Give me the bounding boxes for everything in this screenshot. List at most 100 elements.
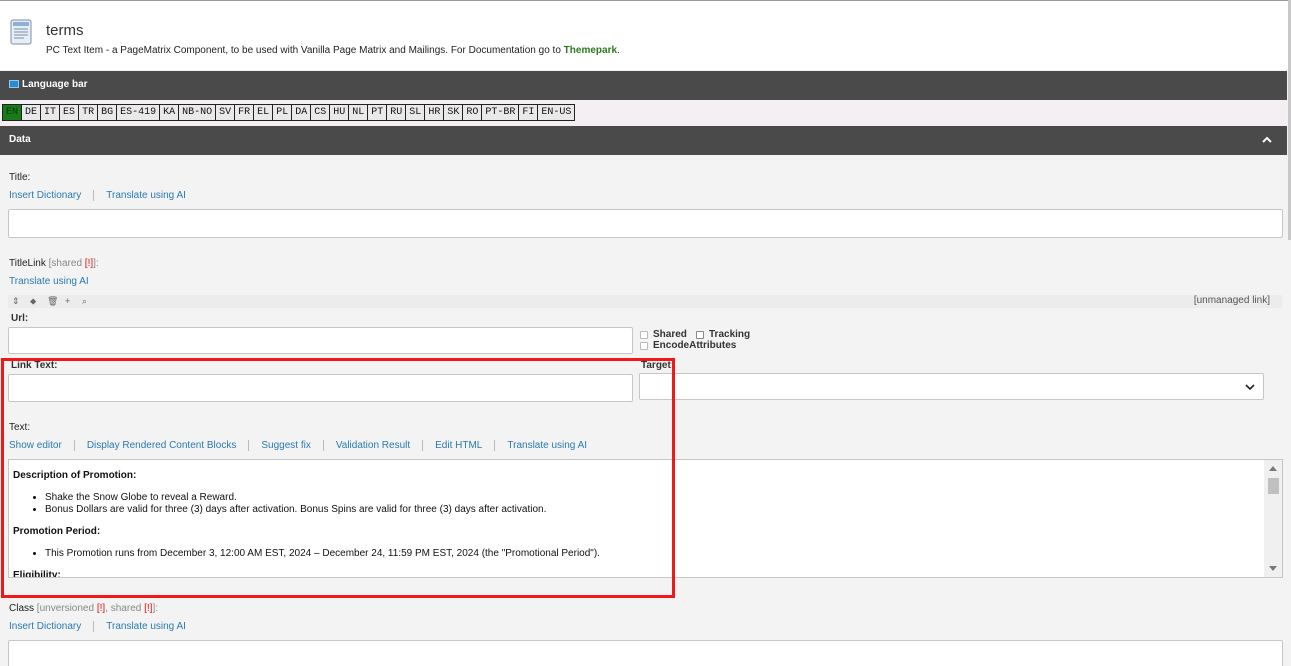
class-qualifier-end: ]: — [152, 603, 159, 614]
encode-attributes-checkbox-box[interactable] — [640, 341, 648, 350]
insert-dictionary-link[interactable]: Insert Dictionary — [9, 621, 81, 632]
data-section-title: Data — [9, 134, 31, 145]
shared-checkbox[interactable]: Shared — [640, 329, 687, 340]
shared-checkbox-box[interactable] — [640, 330, 648, 339]
language-tab-de[interactable]: DE — [21, 104, 42, 121]
language-tab-hr[interactable]: HR — [424, 104, 445, 121]
title-links: Insert Dictionary Translate using AI — [9, 190, 186, 201]
class-label-text: Class — [9, 603, 35, 614]
language-tab-pt[interactable]: PT — [367, 104, 388, 121]
language-tab-ka[interactable]: KA — [159, 104, 180, 121]
title-input[interactable] — [8, 209, 1283, 238]
url-input[interactable] — [8, 327, 633, 354]
editor-content[interactable]: Description of Promotion: Shake the Snow… — [13, 470, 1253, 578]
language-tab-sv[interactable]: SV — [215, 104, 236, 121]
divider — [322, 440, 324, 451]
language-tab-cs[interactable]: CS — [310, 104, 331, 121]
language-tab-sk[interactable]: SK — [443, 104, 464, 121]
data-section-header[interactable]: Data — [0, 126, 1287, 155]
class-label: Class [unversioned [!], shared [!]]: — [9, 603, 158, 614]
tracking-checkbox-box[interactable] — [696, 330, 704, 339]
language-tab-nb-no[interactable]: NB-NO — [178, 104, 217, 121]
translate-ai-link[interactable]: Translate using AI — [106, 621, 186, 632]
language-tab-pt-br[interactable]: PT-BR — [481, 104, 520, 121]
language-tab-ru[interactable]: RU — [386, 104, 407, 121]
language-tab-nl[interactable]: NL — [348, 104, 369, 121]
language-bar-title: Language bar — [22, 79, 88, 90]
language-tab-it[interactable]: IT — [40, 104, 61, 121]
language-bar-header[interactable]: Language bar — [0, 71, 1287, 100]
eligibility-heading: Eligibility: — [13, 570, 61, 578]
language-tab-en[interactable]: EN — [2, 104, 23, 121]
class-input[interactable] — [8, 640, 1283, 666]
search-icon[interactable]: ⌕ — [82, 296, 87, 307]
language-tab-fr[interactable]: FR — [234, 104, 255, 121]
divider — [248, 440, 250, 451]
promotion-description-list: Shake the Snow Globe to reveal a Reward.… — [45, 492, 1253, 515]
language-tab-el[interactable]: EL — [253, 104, 274, 121]
chevron-up-icon[interactable] — [1261, 134, 1273, 146]
titlelink-label-text: TitleLink — [9, 258, 46, 269]
target-select[interactable] — [639, 373, 1264, 400]
sort-icon[interactable]: ⇕ — [12, 296, 20, 307]
language-tab-sl[interactable]: SL — [405, 104, 426, 121]
validation-result-link[interactable]: Validation Result — [336, 440, 410, 451]
text-label: Text: — [9, 422, 31, 433]
promotion-period-heading: Promotion Period: — [13, 526, 101, 537]
class-links: Insert Dictionary Translate using AI — [9, 621, 186, 632]
translate-ai-link[interactable]: Translate using AI — [106, 190, 186, 201]
page-subtitle: PC Text Item - a PageMatrix Component, t… — [46, 45, 620, 56]
list-item: Shake the Snow Globe to reveal a Reward. — [45, 492, 1253, 503]
scroll-down-icon[interactable] — [1269, 566, 1277, 571]
divider — [422, 440, 424, 451]
link-text-input[interactable] — [8, 374, 633, 402]
insert-dictionary-link[interactable]: Insert Dictionary — [9, 190, 81, 201]
language-tab-tr[interactable]: TR — [78, 104, 99, 121]
language-tab-es-419[interactable]: ES-419 — [116, 104, 161, 121]
link-text-label: Link Text: — [11, 360, 58, 371]
target-label: Target: — [641, 360, 675, 371]
translate-ai-link[interactable]: Translate using AI — [507, 440, 587, 451]
page-header: terms PC Text Item - a PageMatrix Compon… — [0, 0, 1291, 70]
shared-warning-mark[interactable]: [!] — [85, 258, 93, 269]
translate-ai-link[interactable]: Translate using AI — [9, 276, 89, 287]
tracking-checkbox[interactable]: Tracking — [696, 329, 750, 340]
editor-scrollbar[interactable] — [1264, 460, 1282, 577]
language-tab-pl[interactable]: PL — [272, 104, 293, 121]
tag-icon[interactable]: ⬥ — [30, 296, 36, 307]
class-qualifier: [unversioned — [36, 603, 97, 614]
show-editor-link[interactable]: Show editor — [9, 440, 62, 451]
url-label: Url: — [11, 313, 29, 324]
rich-text-editor[interactable]: Description of Promotion: Shake the Snow… — [8, 459, 1283, 578]
divider — [93, 190, 95, 201]
titlelink-qualifier-end: ]: — [93, 258, 99, 269]
unmanaged-link-indicator: [unmanaged link] — [1193, 295, 1270, 306]
titlelink-links: Translate using AI — [9, 276, 89, 287]
encode-attributes-label: EncodeAttributes — [653, 340, 737, 351]
language-tabs: EN DE IT ES TR BG ES-419 KA NB-NO SV FR EL PL DA CS HU N… — [2, 104, 576, 121]
plus-icon[interactable]: + — [65, 296, 70, 306]
list-item: This Promotion runs from December 3, 12:… — [45, 548, 1253, 559]
divider — [93, 621, 95, 632]
unversioned-warning-mark[interactable]: [!] — [97, 603, 105, 614]
language-tab-da[interactable]: DA — [291, 104, 312, 121]
language-tab-fi[interactable]: FI — [518, 104, 539, 121]
language-tab-ro[interactable]: RO — [462, 104, 483, 121]
language-tab-hu[interactable]: HU — [329, 104, 350, 121]
language-tab-bg[interactable]: BG — [97, 104, 118, 121]
edit-html-link[interactable]: Edit HTML — [435, 440, 482, 451]
scroll-thumb[interactable] — [1268, 478, 1279, 494]
shared-checkbox-label: Shared — [653, 329, 687, 340]
tracking-checkbox-label: Tracking — [709, 329, 751, 340]
display-rendered-content-blocks-link[interactable]: Display Rendered Content Blocks — [87, 440, 237, 451]
list-item: Bonus Dollars are valid for three (3) da… — [45, 504, 1253, 515]
language-tab-es[interactable]: ES — [59, 104, 80, 121]
chevron-down-icon — [1245, 384, 1255, 391]
themepark-link[interactable]: Themepark — [564, 45, 617, 56]
divider — [73, 440, 75, 451]
scroll-up-icon[interactable] — [1269, 466, 1277, 471]
trash-icon[interactable]: 🗑 — [47, 296, 58, 307]
language-tab-en-us[interactable]: EN-US — [537, 104, 576, 121]
suggest-fix-link[interactable]: Suggest fix — [261, 440, 310, 451]
encode-attributes-checkbox[interactable]: EncodeAttributes — [640, 340, 736, 351]
